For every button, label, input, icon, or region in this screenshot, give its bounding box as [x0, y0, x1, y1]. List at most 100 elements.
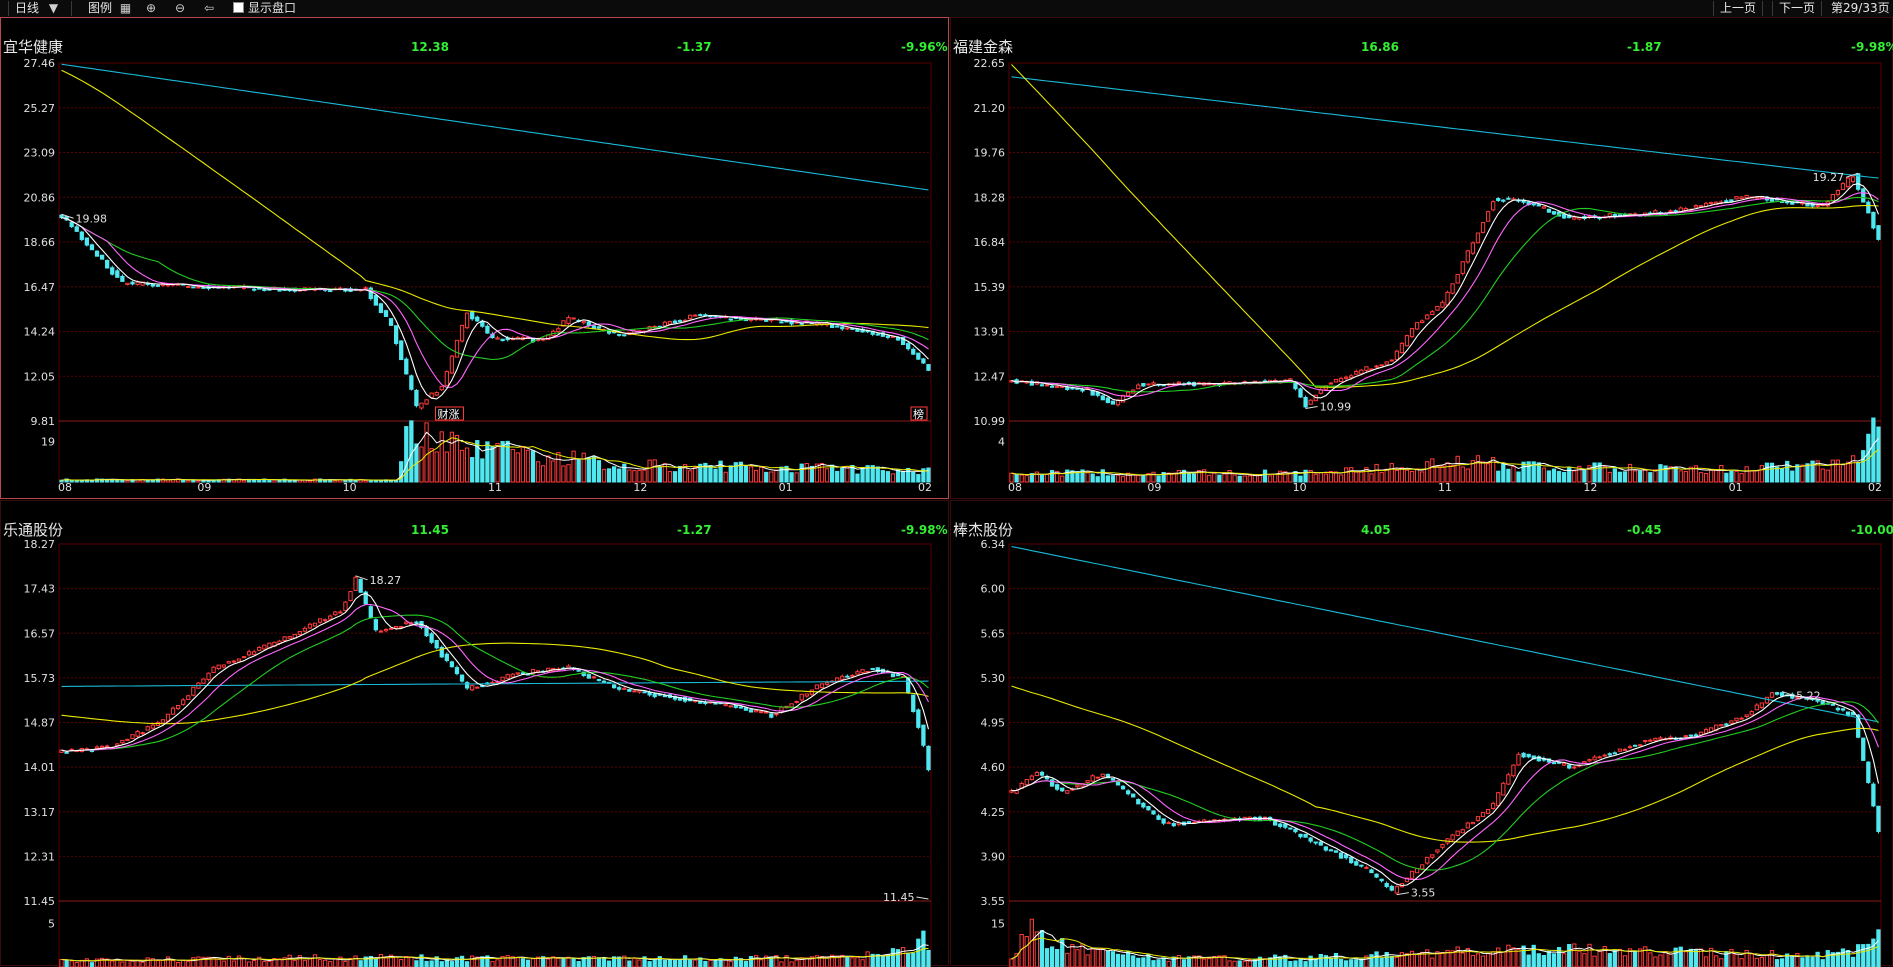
ma5-line	[61, 217, 929, 400]
volume-bar	[252, 959, 257, 967]
volume-bar	[1703, 956, 1709, 967]
candle-body	[829, 324, 835, 329]
candle-body	[1840, 183, 1846, 191]
volume-bar	[439, 961, 444, 967]
candle-body	[459, 674, 465, 682]
candle-body	[586, 321, 591, 327]
volume-bar	[449, 961, 455, 967]
candle-body	[1551, 211, 1557, 215]
candle-body	[94, 250, 100, 257]
candle-body	[409, 375, 414, 390]
volume-bar	[1845, 461, 1851, 483]
candle-body	[1333, 378, 1339, 383]
plot-frame	[1008, 543, 1882, 967]
volume-bar	[221, 960, 226, 967]
candle-body	[662, 321, 667, 327]
candle-body	[1506, 197, 1511, 200]
candle-body	[1060, 787, 1065, 792]
volume-bar	[1303, 961, 1308, 967]
candle-body	[1850, 176, 1856, 183]
kline-chart[interactable]: 6.34 6.00 5.65 5.30 4.95 4.60 4.25 3.90 3.55 15 3.…	[951, 501, 1893, 967]
y-tick-label: 9.81	[31, 415, 56, 428]
candle-body	[216, 664, 221, 670]
x-tick-label: 01	[1729, 481, 1743, 494]
prev-page-button[interactable]: 上一页	[1713, 1, 1764, 16]
event-tag[interactable]: 财涨	[437, 407, 459, 421]
y-tick-label: 4.95	[981, 717, 1006, 730]
volume-bar	[1496, 947, 1501, 967]
x-tick-label: 02	[1868, 481, 1882, 494]
zoom-out-icon[interactable]: ⊖	[175, 1, 185, 16]
candle-body	[399, 625, 404, 628]
candle-body	[393, 325, 399, 344]
volume-bar	[186, 961, 191, 967]
candle-body	[1455, 273, 1460, 284]
volume-bar	[267, 960, 272, 967]
candle-body	[596, 326, 602, 329]
y-tick-label: 5.30	[981, 672, 1006, 685]
stock-panel[interactable]: 棒杰股份4.05-0.45-10.00%6.346.005.655.304.95…	[950, 500, 1893, 967]
show-plate-checkbox[interactable]	[233, 2, 244, 13]
kline-chart[interactable]: 22.65 21.20 19.76 18.28 16.84 15.39 13.91 12.47…	[951, 18, 1893, 500]
candle-body	[835, 677, 840, 682]
stock-panel[interactable]: 福建金森 16.86 -1.87 -9.98% 22.65 21.20 19.76 18.28…	[950, 17, 1893, 499]
volume-bar	[1267, 475, 1273, 483]
ma20-line	[61, 217, 929, 361]
candle-body	[1080, 388, 1085, 392]
volume-bar	[1506, 944, 1511, 967]
volume-bar	[1120, 954, 1126, 967]
volume-bar	[1648, 472, 1653, 483]
candle-body	[1374, 873, 1379, 878]
kline-chart[interactable]: 18.27 17.43 16.57 15.73 14.87 14.01 13.17 12.31…	[1, 501, 950, 967]
candle-body	[1283, 823, 1288, 828]
plot-frame	[1008, 62, 1882, 483]
volume-bar	[1693, 949, 1699, 967]
volume-bar	[1318, 472, 1323, 483]
volume-bar	[1465, 468, 1470, 483]
volume-bar	[363, 479, 368, 483]
ma60-line	[1011, 64, 1879, 388]
volume-bar	[1825, 469, 1830, 483]
event-tag[interactable]: 榜	[913, 407, 924, 421]
volume-bar	[231, 960, 237, 967]
volume-bar	[728, 465, 733, 483]
candle-body	[1815, 204, 1820, 207]
kline-chart[interactable]: 27.46 25.27 23.09 20.86 18.66 16.47 14.24 12.05…	[1, 18, 950, 500]
volume-bar	[647, 459, 652, 483]
candle-body	[1409, 328, 1415, 338]
y-tick-label: 25.27	[24, 102, 56, 115]
candle-body	[1394, 886, 1399, 894]
stock-panel[interactable]: 乐通股份 11.45 -1.27 -9.98% 18.27 17.43 16.57 15.73…	[0, 500, 950, 967]
back-icon[interactable]: ⇦	[204, 1, 214, 16]
period-dropdown[interactable]: 日线 ▼	[8, 1, 72, 16]
candle-body	[1551, 762, 1557, 765]
volume-bar	[855, 473, 860, 483]
legend-button[interactable]: 图例 ▦	[88, 1, 131, 16]
candle-body	[1871, 783, 1876, 807]
candle-body	[424, 399, 429, 405]
candle-body	[1871, 211, 1876, 229]
volume-bar	[1354, 471, 1359, 483]
candle-body	[1420, 320, 1425, 324]
x-tick-label: 09	[1147, 481, 1161, 494]
volume-bar	[1638, 470, 1643, 483]
volume-bar	[606, 960, 612, 967]
price-marker-label: 18.27	[370, 574, 402, 587]
candle-body	[1359, 369, 1364, 375]
price-marker-label: 19.98	[76, 212, 108, 225]
volume-bar	[312, 954, 318, 967]
candle-body	[1698, 205, 1704, 208]
candle-body	[1572, 766, 1577, 769]
show-plate-toggle[interactable]: 显示盘口	[233, 1, 296, 16]
zoom-in-icon[interactable]: ⊕	[146, 1, 156, 16]
candle-body	[383, 310, 389, 318]
candle-body	[769, 713, 774, 718]
volume-bar	[1176, 470, 1181, 483]
candle-body	[1176, 381, 1181, 384]
volume-bar	[1749, 470, 1754, 483]
stock-panel[interactable]: 宜华健康 12.38 -1.37 -9.96% 27.46 25.27 23.09 20.86…	[0, 17, 949, 499]
next-page-button[interactable]: 下一页	[1772, 1, 1823, 16]
candle-body	[510, 673, 515, 678]
candle-body	[1465, 822, 1470, 829]
volume-bar	[1876, 929, 1881, 967]
